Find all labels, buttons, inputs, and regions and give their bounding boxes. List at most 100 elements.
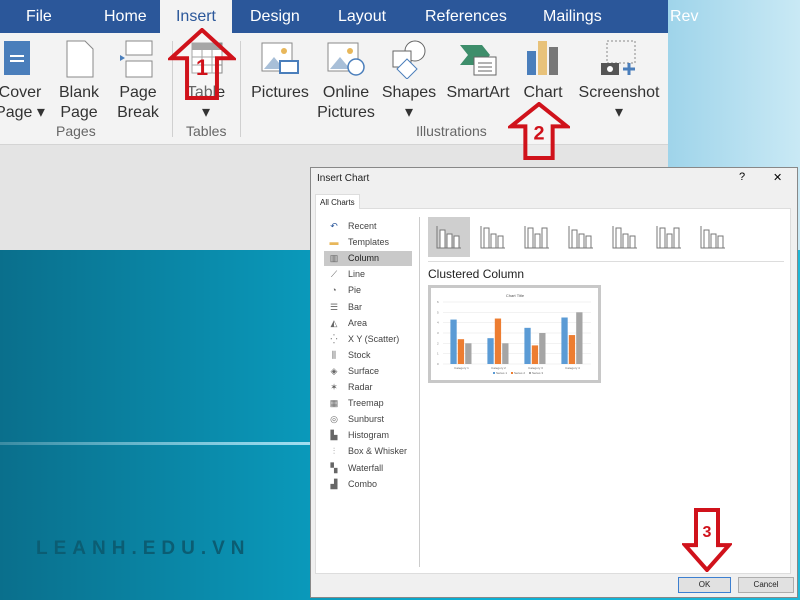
x-tick-label: Category 3 <box>528 366 543 370</box>
chart-type-column[interactable]: ▥ Column <box>324 251 412 267</box>
chart-type-combo[interactable]: ▟ Combo <box>324 477 412 492</box>
legend-swatch <box>529 372 531 374</box>
column-subtype-6[interactable] <box>648 217 690 257</box>
column-subtype-7[interactable] <box>692 217 734 257</box>
chart-type-surface[interactable]: ◈ Surface <box>324 364 412 379</box>
button-label: Chart <box>523 84 563 101</box>
button-label: Page ▾ <box>0 104 45 121</box>
bar-series-1 <box>561 317 568 364</box>
chart-type-label: Treemap <box>348 398 384 409</box>
column-subtype-icon <box>436 226 461 249</box>
chart-type-icon: ◔ <box>331 285 337 296</box>
step-number: 3 <box>703 524 712 541</box>
column-subtype-4[interactable] <box>560 217 602 257</box>
chart-title: Chart Title <box>506 293 525 298</box>
group-separator <box>240 41 241 137</box>
cover-page-button[interactable]: Cover Page ▾ <box>0 39 46 123</box>
column-subtype-icon <box>612 226 637 249</box>
tab-home[interactable]: Home <box>92 0 159 33</box>
chart-type-sunburst[interactable]: ◎ Sunburst <box>324 412 412 427</box>
shapes-button[interactable]: Shapes ▾ <box>380 39 438 123</box>
column-subtype-2[interactable] <box>472 217 514 257</box>
chart-type-area[interactable]: ◭ Area <box>324 316 412 331</box>
chart-type-label: X Y (Scatter) <box>348 333 400 344</box>
chart-type-treemap[interactable]: ▦ Treemap <box>324 396 412 411</box>
chart-type-label: Templates <box>348 237 390 248</box>
tab-all-charts[interactable]: All Charts <box>315 194 360 209</box>
chart-type-label: Recent <box>348 221 377 231</box>
button-label: Page <box>60 104 98 121</box>
tab-file[interactable]: File <box>14 0 64 33</box>
ok-button[interactable]: OK <box>678 577 731 593</box>
online-pictures-icon <box>326 39 366 79</box>
help-button[interactable]: ? <box>739 171 745 183</box>
screenshot-icon <box>599 39 639 79</box>
chart-type-icon: ▬ <box>329 237 339 248</box>
column-subtype-icon <box>700 226 725 249</box>
smartart-button[interactable]: SmartArt <box>442 39 514 103</box>
chart-type-x-y-scatter-[interactable]: ⁛ X Y (Scatter) <box>324 332 412 347</box>
blank-page-button[interactable]: Blank Page <box>56 39 102 123</box>
chart-type-histogram[interactable]: ▙ Histogram <box>324 428 412 443</box>
button-label: Cover <box>0 84 42 101</box>
bar-series-2 <box>457 339 465 364</box>
y-tick-label: 5 <box>437 310 439 314</box>
chart-preview[interactable]: Chart Title 0 1 2 3 4 5 6 Category 1 Category 2 Ca… <box>428 285 601 383</box>
online-pictures-button[interactable]: Online Pictures <box>316 39 376 123</box>
chart-type-label: Histogram <box>348 430 390 441</box>
page-break-button[interactable]: Page Break <box>114 39 162 123</box>
column-subtype-1[interactable] <box>428 217 470 257</box>
chart-type-radar[interactable]: ✶ Radar <box>324 380 412 395</box>
bar-series-1 <box>450 319 457 364</box>
chart-type-recent[interactable]: ↶ Recent <box>324 219 412 234</box>
legend-swatch <box>511 372 513 374</box>
tab-rev[interactable]: Rev <box>658 0 710 33</box>
chart-button[interactable]: Chart <box>520 39 566 103</box>
y-tick-label: 1 <box>437 352 439 356</box>
chart-type-icon: ⫶ <box>332 446 336 457</box>
button-label: Break <box>117 104 159 121</box>
legend-entry: Series 3 <box>532 371 543 375</box>
group-label: Tables <box>186 123 227 139</box>
column-subtype-icon <box>568 226 593 249</box>
chart-type-pie[interactable]: ◔ Pie <box>324 283 412 298</box>
pictures-button[interactable]: Pictures <box>248 39 312 103</box>
chart-type-stock[interactable]: ⫼ Stock <box>324 348 412 363</box>
y-tick-label: 3 <box>437 331 439 335</box>
bar-series-3 <box>539 333 546 364</box>
dialog-title: Insert Chart <box>317 173 370 184</box>
chart-type-icon: ◎ <box>330 414 338 425</box>
tab-layout[interactable]: Layout <box>326 0 398 33</box>
bar-series-2 <box>531 345 539 364</box>
bar-series-3 <box>465 343 472 364</box>
step-arrow-2: 2 <box>508 102 570 160</box>
tab-mailings[interactable]: Mailings <box>531 0 614 33</box>
step-number: 1 <box>196 55 208 80</box>
step-arrow-1: 1 <box>168 28 236 100</box>
chart-type-icon: ✶ <box>330 382 338 392</box>
decorative-streak <box>0 442 310 445</box>
chart-type-icon: ☰ <box>329 301 339 312</box>
column-subtype-5[interactable] <box>604 217 646 257</box>
button-label: Blank <box>58 84 100 101</box>
column-subtype-3[interactable] <box>516 217 558 257</box>
chart-type-line[interactable]: ⟋ Line <box>324 267 412 282</box>
chart-type-templates[interactable]: ▬ Templates <box>324 235 412 250</box>
button-label: ▾ <box>201 104 211 121</box>
chart-type-waterfall[interactable]: ▚ Waterfall <box>324 461 412 476</box>
screenshot-button[interactable]: Screenshot ▾ <box>576 39 662 123</box>
cancel-button[interactable]: Cancel <box>738 577 794 593</box>
close-button[interactable]: ✕ <box>773 171 782 184</box>
chart-type-icon: ⁛ <box>330 333 338 344</box>
chart-type-box-whisker[interactable]: ⫶ Box & Whisker <box>324 444 412 459</box>
chart-type-bar[interactable]: ☰ Bar <box>324 300 412 315</box>
tab-design[interactable]: Design <box>238 0 312 33</box>
tab-references[interactable]: References <box>413 0 519 33</box>
button-label: Online <box>322 84 370 101</box>
step-number: 2 <box>533 123 544 145</box>
button-label: Pictures <box>317 104 375 121</box>
chart-type-icon: ▟ <box>330 478 338 489</box>
bar-series-3 <box>502 343 509 364</box>
chart-type-icon: ⟋ <box>330 269 338 280</box>
legend-entry: Series 1 <box>496 371 507 375</box>
